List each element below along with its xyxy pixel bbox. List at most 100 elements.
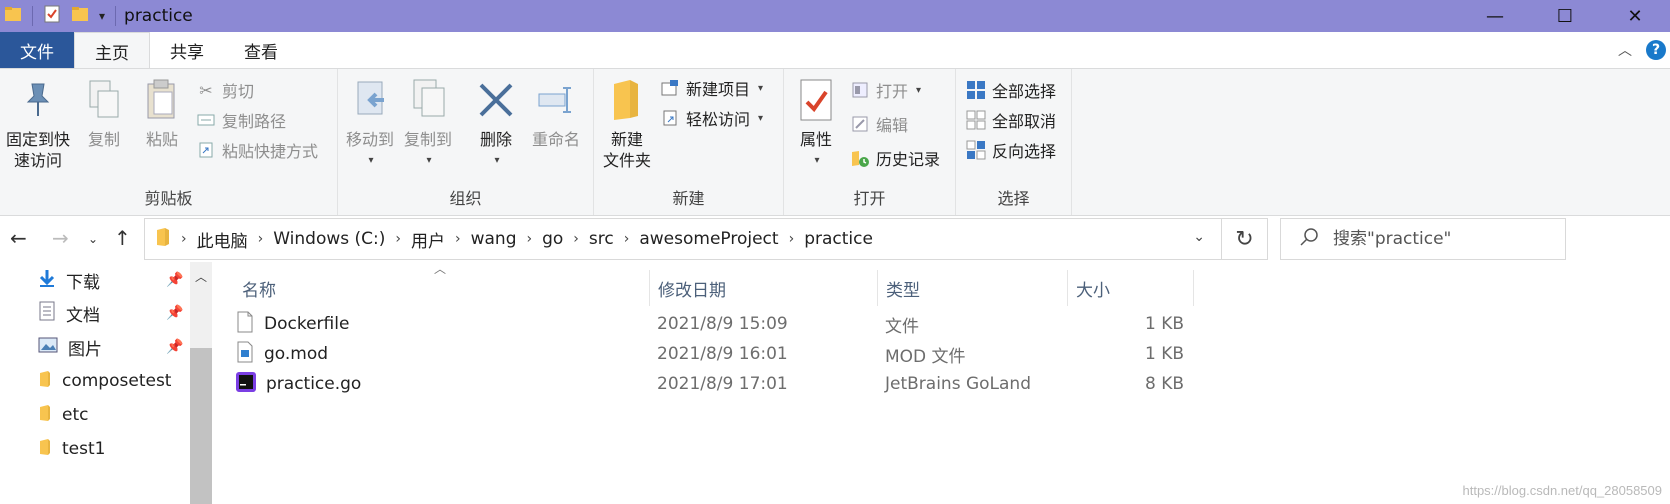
copy-icon — [82, 75, 126, 125]
breadcrumb-src[interactable]: src — [589, 229, 614, 249]
properties-button[interactable]: 属性 ▾ — [794, 75, 838, 171]
nav-item-test1[interactable]: test1 — [38, 434, 105, 464]
new-item-button[interactable]: 新建项目 ▾ — [660, 75, 763, 101]
easy-access-dropdown-caret-icon: ▾ — [758, 112, 764, 124]
paste-button[interactable]: 粘贴 — [140, 75, 184, 150]
breadcrumb-this-pc[interactable]: 此电脑 — [197, 227, 248, 252]
properties-icon[interactable] — [43, 5, 61, 27]
select-none-button[interactable]: 全部取消 — [966, 107, 1056, 133]
refresh-icon[interactable]: ↻ — [1221, 219, 1267, 259]
new-group-label: 新建 — [672, 189, 705, 208]
breadcrumb-users[interactable]: 用户 — [411, 227, 445, 252]
copy-path-label: 复制路径 — [222, 112, 287, 131]
breadcrumb-awesomeproject[interactable]: awesomeProject — [639, 229, 778, 249]
column-header-type[interactable]: 类型 — [878, 270, 1068, 306]
breadcrumb-chevron-icon[interactable]: › — [573, 231, 579, 247]
table-row[interactable]: go.mod 2021/8/9 16:01 MOD 文件 1 KB — [236, 339, 1206, 369]
nav-item-composetest[interactable]: composetest — [38, 366, 171, 396]
invert-selection-button[interactable]: 反向选择 — [966, 137, 1056, 163]
breadcrumb-chevron-icon[interactable]: › — [789, 231, 795, 247]
customize-toolbar-chevron-icon[interactable]: ▾ — [99, 9, 105, 23]
copy-button[interactable]: 复制 — [82, 75, 126, 150]
breadcrumb-chevron-icon[interactable]: › — [395, 231, 401, 247]
search-box[interactable] — [1280, 218, 1566, 260]
recent-locations-chevron-down-icon[interactable]: ⌄ — [88, 232, 98, 246]
address-history-chevron-down-icon[interactable]: ⌄ — [1193, 229, 1205, 245]
breadcrumb-wang[interactable]: wang — [471, 229, 517, 249]
scroll-up-chevron-icon[interactable]: ︿ — [195, 268, 207, 285]
breadcrumb-chevron-icon[interactable]: › — [624, 231, 630, 247]
breadcrumb-chevron-icon[interactable]: › — [526, 231, 532, 247]
nav-item-label: composetest — [62, 371, 172, 391]
new-folder-button[interactable]: 新建 文件夹 — [600, 75, 654, 171]
minimize-button[interactable]: — — [1460, 0, 1530, 32]
file-modified: 2021/8/9 17:01 — [657, 374, 788, 394]
table-row[interactable]: Dockerfile 2021/8/9 15:09 文件 1 KB — [236, 309, 1206, 339]
nav-item-label: 文档 — [66, 305, 100, 326]
back-arrow-icon[interactable]: ← — [10, 226, 27, 250]
breadcrumb-chevron-icon[interactable]: › — [455, 231, 461, 247]
forward-arrow-icon[interactable]: → — [52, 226, 69, 250]
nav-item-etc[interactable]: etc — [38, 400, 88, 430]
open-icon — [850, 80, 870, 100]
invert-selection-label: 反向选择 — [992, 142, 1057, 161]
column-header-name[interactable]: 名称 — [234, 270, 650, 306]
move-to-button[interactable]: 移动到 ▾ — [344, 75, 396, 171]
edit-button[interactable]: 编辑 — [850, 111, 908, 137]
easy-access-button[interactable]: 轻松访问 ▾ — [660, 105, 763, 131]
up-arrow-icon[interactable]: ↑ — [114, 226, 131, 250]
scrollbar-thumb[interactable] — [190, 348, 212, 504]
breadcrumb-practice[interactable]: practice — [804, 229, 873, 249]
delete-button[interactable]: 删除 ▾ — [474, 75, 518, 171]
breadcrumb-windows-c[interactable]: Windows (C:) — [273, 229, 385, 249]
search-input[interactable] — [1333, 229, 1553, 249]
maximize-button[interactable]: ☐ — [1530, 0, 1600, 32]
tab-view[interactable]: 查看 — [224, 32, 298, 68]
pin-icon[interactable]: 📌 — [166, 305, 183, 321]
window-controls: — ☐ ✕ — [1460, 0, 1670, 32]
watermark-text: https://blog.csdn.net/qq_28058509 — [1462, 483, 1663, 498]
column-header-modified[interactable]: 修改日期 — [650, 270, 878, 306]
open-button[interactable]: 打开 ▾ — [850, 77, 921, 103]
pin-icon[interactable]: 📌 — [166, 339, 183, 355]
breadcrumb-chevron-icon[interactable]: › — [181, 231, 187, 247]
paste-label: 粘贴 — [145, 130, 178, 149]
pin-icon[interactable]: 📌 — [166, 272, 183, 288]
copy-to-button[interactable]: 复制到 ▾ — [402, 75, 454, 171]
clipboard-group: 固定到快 速访问 复制 粘贴 ✂ 剪切 复制路径 粘贴快捷方式 剪贴板 — [0, 69, 338, 215]
collapse-ribbon-chevron-up-icon[interactable]: ︿ — [1618, 40, 1632, 60]
folder-icon — [155, 227, 171, 251]
table-row[interactable]: practice.go 2021/8/9 17:01 JetBrains GoL… — [236, 369, 1206, 399]
nav-item-downloads[interactable]: 下载 — [38, 265, 100, 295]
breadcrumb-go[interactable]: go — [542, 229, 563, 249]
nav-pane-scrollbar[interactable]: ︿ — [190, 262, 212, 504]
file-name: go.mod — [264, 344, 329, 364]
copy-path-button[interactable]: 复制路径 — [196, 107, 286, 133]
edit-label: 编辑 — [876, 116, 909, 135]
file-name-cell: practice.go — [236, 369, 361, 399]
nav-item-pictures[interactable]: 图片 — [38, 332, 102, 362]
nav-item-documents[interactable]: 文档 — [38, 298, 100, 328]
address-bar[interactable]: › 此电脑 › Windows (C:) › 用户 › wang › go › … — [144, 218, 1268, 260]
history-button[interactable]: 历史记录 — [850, 145, 940, 171]
file-name: Dockerfile — [264, 314, 350, 334]
help-icon[interactable]: ? — [1646, 40, 1666, 60]
cut-label: 剪切 — [222, 82, 255, 101]
paste-shortcut-button[interactable]: 粘贴快捷方式 — [196, 137, 318, 163]
cut-button[interactable]: ✂ 剪切 — [196, 77, 254, 103]
close-button[interactable]: ✕ — [1600, 0, 1670, 32]
select-all-button[interactable]: 全部选择 — [966, 77, 1056, 103]
rename-button[interactable]: 重命名 — [526, 75, 586, 150]
breadcrumb-chevron-icon[interactable]: › — [258, 231, 264, 247]
copy-to-dropdown-caret-icon: ▾ — [426, 155, 432, 166]
file-size: 8 KB — [1144, 374, 1184, 394]
new-folder-icon[interactable] — [71, 5, 89, 27]
file-size: 1 KB — [1144, 314, 1184, 334]
tab-file[interactable]: 文件 — [0, 32, 74, 68]
file-list: ︿ 名称 修改日期 类型 大小 Dockerfile 2021/8/9 15:0… — [212, 262, 1670, 504]
pin-quick-access-button[interactable]: 固定到快 速访问 — [4, 75, 72, 171]
column-header-size[interactable]: 大小 — [1068, 270, 1194, 306]
tab-share[interactable]: 共享 — [150, 32, 224, 68]
file-type: JetBrains GoLand — [885, 374, 1031, 394]
tab-home[interactable]: 主页 — [74, 32, 150, 69]
